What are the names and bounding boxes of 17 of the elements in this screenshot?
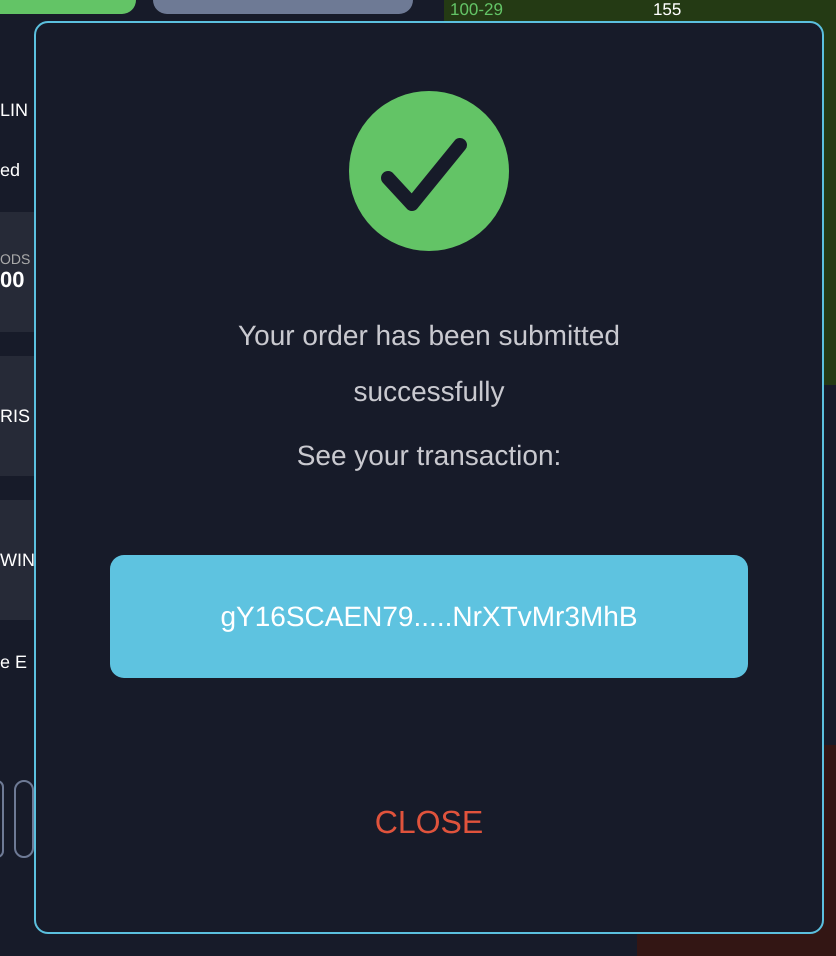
card-label: WIN [0, 550, 36, 570]
transaction-prompt: See your transaction: [296, 440, 562, 472]
action-button[interactable] [0, 0, 136, 14]
range-text: 100-29 [450, 0, 503, 19]
count-text: 155 [652, 0, 682, 19]
close-button[interactable]: CLOSE [364, 800, 494, 845]
checkmark-icon [348, 90, 510, 252]
label-text: ed [0, 160, 20, 180]
success-message: Your order has been submitted successfully [237, 319, 621, 409]
option-button[interactable] [153, 0, 413, 14]
label-text: e E [0, 652, 28, 672]
option-card[interactable]: RIS [0, 356, 36, 476]
stat-value: 00 [0, 267, 26, 293]
label-text: LIN [0, 100, 28, 120]
stat-caption: ODS [0, 251, 32, 267]
card-label: RIS [0, 406, 32, 426]
option-card[interactable]: WIN [0, 500, 36, 620]
